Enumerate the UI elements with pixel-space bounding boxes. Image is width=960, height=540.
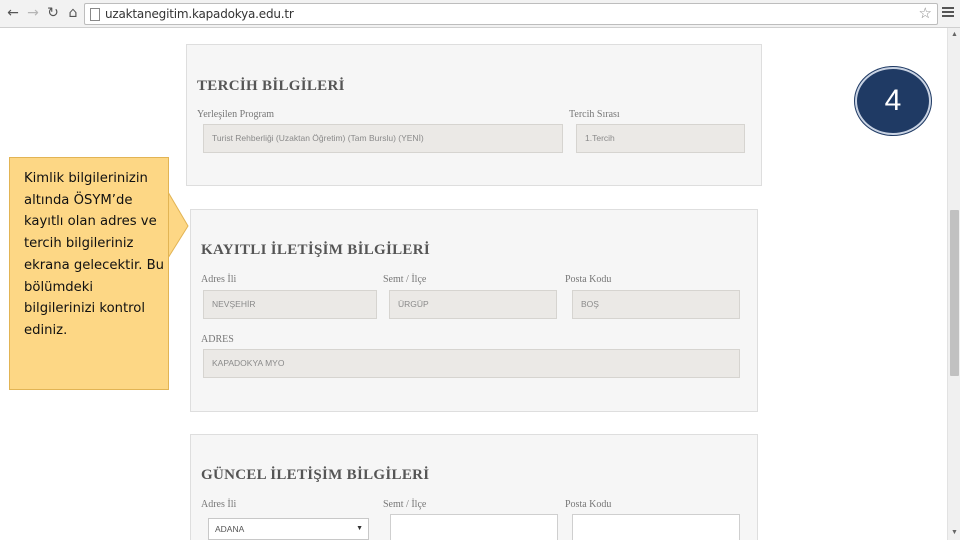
scroll-down-icon[interactable]: ▼ — [950, 528, 959, 537]
forward-arrow-icon[interactable]: → — [24, 4, 42, 22]
guncel-il-selected: ADANA — [215, 524, 245, 534]
callout-text: Kimlik bilgilerinizin altında ÖSYM’de ka… — [24, 171, 164, 338]
reload-icon[interactable]: ↻ — [44, 4, 62, 22]
scroll-up-icon[interactable]: ▲ — [950, 30, 959, 39]
kayitli-ilce-label: Semt / İlçe — [383, 274, 427, 285]
program-label: Yerleşilen Program — [197, 109, 275, 120]
scroll-thumb[interactable] — [950, 210, 959, 376]
url-text[interactable]: uzaktanegitim.kapadokya.edu.tr — [105, 7, 294, 21]
guncel-title: GÜNCEL İLETİŞİM BİLGİLERİ — [201, 467, 430, 483]
guncel-ilce-input[interactable] — [390, 514, 558, 540]
kayitli-ilce-field: ÜRGÜP — [389, 290, 557, 319]
menu-icon[interactable] — [942, 7, 954, 19]
star-icon[interactable]: ☆ — [919, 4, 932, 22]
vertical-scrollbar[interactable]: ▲ ▼ — [947, 28, 960, 540]
step-number-badge: 4 — [855, 67, 931, 135]
kayitli-adres-label: ADRES — [201, 334, 234, 345]
guncel-posta-input[interactable] — [572, 514, 740, 540]
kayitli-posta-field: BOŞ — [572, 290, 740, 319]
instruction-callout: Kimlik bilgilerinizin altında ÖSYM’de ka… — [9, 157, 169, 390]
browser-toolbar: ← → ↻ ⌂ uzaktanegitim.kapadokya.edu.tr ☆ — [0, 0, 960, 28]
kayitli-il-label: Adres İli — [201, 274, 237, 285]
address-bar[interactable]: uzaktanegitim.kapadokya.edu.tr ☆ — [84, 3, 938, 25]
guncel-panel: GÜNCEL İLETİŞİM BİLGİLERİ Adres İli ADAN… — [190, 434, 758, 540]
tercih-sira-label: Tercih Sırası — [569, 109, 620, 120]
home-icon[interactable]: ⌂ — [64, 4, 82, 22]
kayitli-adres-field: KAPADOKYA MYO — [203, 349, 740, 378]
kayitli-panel: KAYITLI İLETİŞİM BİLGİLERİ Adres İli NEV… — [190, 209, 758, 412]
tercih-title: TERCİH BİLGİLERİ — [197, 78, 345, 94]
back-arrow-icon[interactable]: ← — [4, 4, 22, 22]
program-field: Turist Rehberliği (Uzaktan Öğretim) (Tam… — [203, 124, 563, 153]
chevron-down-icon: ▼ — [356, 525, 363, 532]
kayitli-posta-label: Posta Kodu — [565, 274, 612, 285]
guncel-posta-label: Posta Kodu — [565, 499, 612, 510]
tercih-sira-field: 1.Tercih — [576, 124, 745, 153]
page-icon — [90, 8, 100, 21]
kayitli-title: KAYITLI İLETİŞİM BİLGİLERİ — [201, 242, 430, 258]
guncel-il-select[interactable]: ADANA ▼ — [208, 518, 369, 540]
guncel-ilce-label: Semt / İlçe — [383, 499, 427, 510]
tercih-panel: TERCİH BİLGİLERİ Yerleşilen Program Turi… — [186, 44, 762, 186]
callout-pointer — [168, 192, 189, 259]
guncel-il-label: Adres İli — [201, 499, 237, 510]
kayitli-il-field: NEVŞEHİR — [203, 290, 377, 319]
